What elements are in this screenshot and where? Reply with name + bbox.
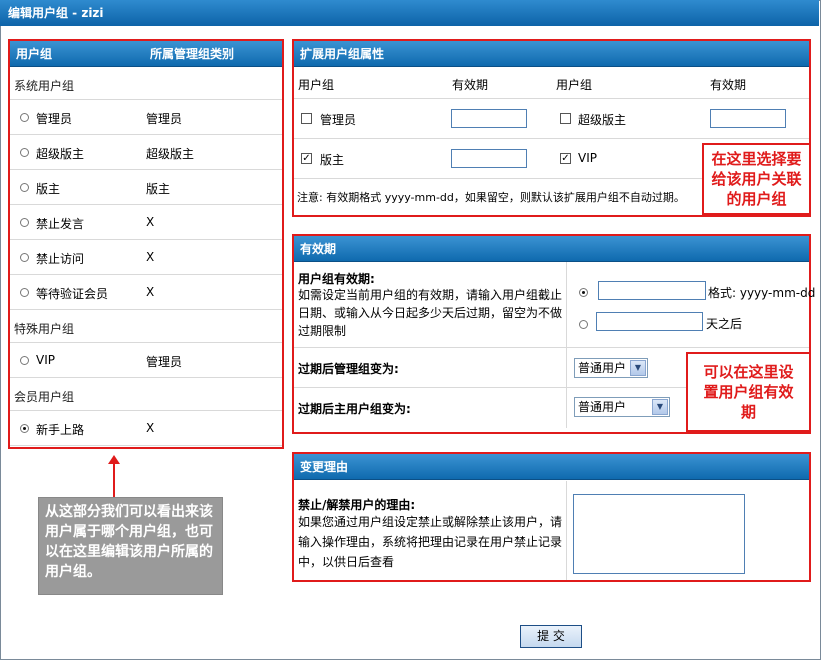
group-row[interactable]: 版主 版主 — [10, 170, 282, 205]
ext-col-valid-1: 有效期 — [452, 78, 489, 92]
section-title-label: 系统用户组 — [14, 79, 75, 93]
ext-group-name: 超级版主 — [578, 113, 627, 127]
ext-group-name: 管理员 — [320, 113, 357, 127]
group-name: 超级版主 — [36, 147, 85, 161]
ext-group-checkbox[interactable]: ✓ — [301, 153, 312, 164]
admin-after-select[interactable]: 普通用户 ▼ — [574, 358, 648, 378]
reason-label-title: 禁止/解禁用户的理由: — [298, 498, 416, 512]
arrow-up-icon — [107, 455, 121, 497]
group-radio[interactable] — [20, 288, 29, 297]
chevron-down-icon: ▼ — [630, 360, 646, 376]
group-section-title: 会员用户组 — [10, 378, 282, 411]
group-row[interactable]: 禁止访问 X — [10, 240, 282, 275]
left-callout: 从这部分我们可以看出来该用户属于哪个用户组，也可以在这里编辑该用户所属的用户组。 — [38, 497, 223, 595]
ext-group-checkbox[interactable] — [301, 113, 312, 124]
group-admin-type: 版主 — [146, 182, 171, 196]
user-group-panel: 用户组 所属管理组类别 系统用户组 管理员 管理员 超级版主 超级版主 版主 版主 禁止发言 X… — [8, 39, 284, 449]
group-radio[interactable] — [20, 218, 29, 227]
ext-valid-input[interactable] — [451, 149, 527, 168]
validity-annotation: 可以在这里设置用户组有效期 — [686, 352, 811, 432]
group-list: 系统用户组 管理员 管理员 超级版主 超级版主 版主 版主 禁止发言 X 禁止访问 X 等待验证会员 X… — [10, 67, 282, 446]
group-row[interactable]: 新手上路 X — [10, 411, 282, 446]
group-admin-type: 管理员 — [146, 112, 183, 126]
group-admin-type: X — [146, 250, 155, 264]
group-admin-type: X — [146, 285, 155, 299]
reason-header: 变更理由 — [294, 454, 809, 480]
group-name: 版主 — [36, 182, 61, 196]
group-admin-type: 管理员 — [146, 355, 183, 369]
validity-label-desc: 如需设定当前用户组的有效期，请输入用户组截止日期、或输入从今日起多少天后过期，留… — [298, 288, 563, 338]
col-admin-label: 所属管理组类别 — [150, 47, 235, 61]
validity-header: 有效期 — [294, 236, 809, 262]
admin-after-value: 普通用户 — [578, 361, 627, 375]
group-radio[interactable] — [20, 424, 29, 433]
ext-valid-input[interactable] — [710, 109, 786, 128]
admin-after-label: 过期后管理组变为: — [298, 362, 399, 376]
submit-button[interactable]: 提 交 — [520, 625, 582, 648]
group-section-title: 系统用户组 — [10, 67, 282, 100]
group-name: 新手上路 — [36, 423, 85, 437]
days-input[interactable] — [596, 312, 703, 331]
section-title-label: 会员用户组 — [14, 390, 75, 404]
reason-textarea[interactable] — [573, 494, 745, 574]
reason-label-desc: 如果您通过用户组设定禁止或解除禁止该用户，请输入操作理由，系统将把理由记录在用户… — [298, 515, 563, 569]
col-group-label: 用户组 — [16, 47, 53, 61]
group-radio[interactable] — [20, 113, 29, 122]
group-name: 禁止发言 — [36, 217, 85, 231]
ext-col-headers: 用户组 有效期 用户组 有效期 — [294, 67, 809, 99]
days-label: 天之后 — [706, 317, 743, 331]
group-name: 管理员 — [36, 112, 73, 126]
section-title-label: 特殊用户组 — [14, 322, 75, 336]
date-radio[interactable] — [579, 288, 588, 297]
user-group-header: 用户组 所属管理组类别 — [10, 41, 282, 67]
group-row[interactable]: 超级版主 超级版主 — [10, 135, 282, 170]
group-row[interactable]: VIP 管理员 — [10, 343, 282, 378]
validity-date-row: 用户组有效期: 如需设定当前用户组的有效期，请输入用户组截止日期、或输入从今日起… — [294, 262, 815, 348]
group-section-title: 特殊用户组 — [10, 310, 282, 343]
group-radio[interactable] — [20, 148, 29, 157]
ext-group-checkbox[interactable]: ✓ — [560, 153, 571, 164]
main-after-label: 过期后主用户组变为: — [298, 402, 411, 416]
ext-group-name: VIP — [578, 151, 597, 165]
group-radio[interactable] — [20, 183, 29, 192]
main-after-select[interactable]: 普通用户 ▼ — [574, 397, 670, 417]
main-after-value: 普通用户 — [578, 400, 627, 414]
reason-panel: 变更理由 禁止/解禁用户的理由: 如果您通过用户组设定禁止或解除禁止该用户，请输… — [292, 452, 811, 582]
group-name: VIP — [36, 353, 55, 367]
ext-group-checkbox[interactable] — [560, 113, 571, 124]
format-label: 格式: yyyy-mm-dd — [708, 286, 816, 300]
group-admin-type: X — [146, 215, 155, 229]
group-radio[interactable] — [20, 253, 29, 262]
group-name: 禁止访问 — [36, 252, 85, 266]
group-admin-type: 超级版主 — [146, 147, 195, 161]
group-row[interactable]: 禁止发言 X — [10, 205, 282, 240]
group-name: 等待验证会员 — [36, 287, 109, 301]
ext-group-name: 版主 — [320, 153, 345, 167]
group-admin-type: X — [146, 421, 155, 435]
group-row[interactable]: 等待验证会员 X — [10, 275, 282, 310]
group-radio[interactable] — [20, 356, 29, 365]
ext-note: 注意: 有效期格式 yyyy-mm-dd，如果留空，则默认该扩展用户组不自动过期… — [297, 191, 685, 204]
ext-annotation: 在这里选择要给该用户关联的用户组 — [702, 143, 811, 215]
ext-row: 管理员 超级版主 — [294, 99, 809, 139]
validity-label-title: 用户组有效期: — [298, 272, 375, 286]
ext-group-header: 扩展用户组属性 — [294, 41, 809, 67]
chevron-down-icon: ▼ — [652, 399, 668, 415]
ext-col-group-2: 用户组 — [556, 78, 593, 92]
days-radio[interactable] — [579, 320, 588, 329]
group-row[interactable]: 管理员 管理员 — [10, 100, 282, 135]
ext-col-valid-2: 有效期 — [710, 78, 747, 92]
date-input[interactable] — [598, 281, 706, 300]
window-title: 编辑用户组 - zizi — [0, 0, 819, 26]
ext-col-group-1: 用户组 — [298, 78, 335, 92]
ext-valid-input[interactable] — [451, 109, 527, 128]
